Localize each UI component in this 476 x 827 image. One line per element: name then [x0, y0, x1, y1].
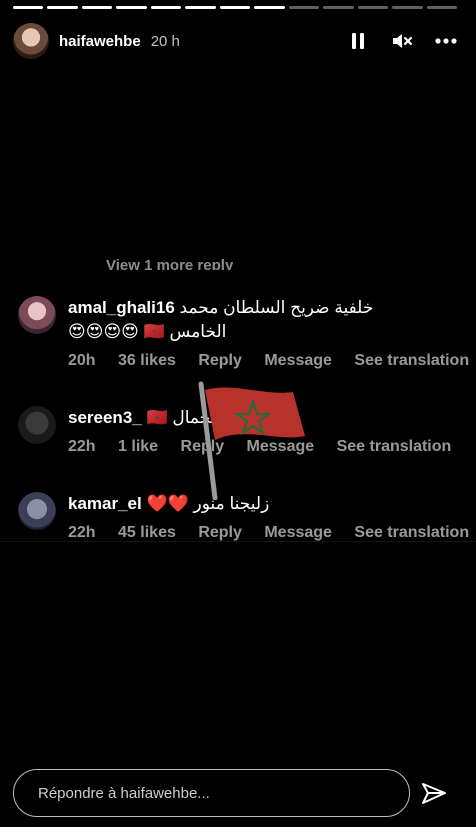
comment-likes[interactable]: 1 like — [118, 438, 158, 455]
progress-segment — [426, 6, 458, 9]
comment-username[interactable]: kamar_el — [68, 494, 142, 513]
pause-icon[interactable] — [346, 29, 370, 53]
comment-likes[interactable]: 36 likes — [118, 352, 176, 369]
reply-field-container — [13, 769, 410, 817]
progress-segment — [323, 6, 354, 9]
progress-segment — [392, 6, 423, 9]
reply-input[interactable] — [36, 783, 409, 803]
comment-username[interactable]: amal_ghali16 — [68, 298, 175, 317]
comment-time: 22h — [68, 438, 96, 455]
progress-segment — [357, 6, 389, 9]
view-more-replies[interactable]: View 1 more reply — [106, 252, 233, 270]
avatar[interactable] — [18, 492, 56, 530]
speaker-muted-icon[interactable] — [390, 29, 414, 53]
more-horizontal-icon[interactable] — [434, 29, 458, 53]
message-button[interactable]: Message — [264, 524, 332, 541]
progress-segment — [150, 6, 182, 9]
reply-button[interactable]: Reply — [198, 524, 242, 541]
progress-segment — [116, 6, 147, 9]
see-translation-button[interactable]: See translation — [354, 352, 469, 369]
progress-segment — [219, 6, 251, 9]
see-translation-button[interactable]: See translation — [354, 524, 469, 541]
story-username[interactable]: haifawehbe — [59, 33, 141, 50]
progress-segment — [185, 6, 216, 9]
comment-username[interactable]: sereen3_ — [68, 408, 142, 427]
avatar[interactable] — [18, 296, 56, 334]
avatar[interactable] — [13, 23, 49, 59]
send-icon[interactable] — [420, 780, 448, 808]
divider — [0, 541, 476, 542]
flag-sticker[interactable] — [193, 380, 311, 501]
comment-text-line2: الخامس 🇲🇦 😍😍😍😍 — [68, 322, 227, 341]
avatar[interactable] — [18, 406, 56, 444]
progress-segment — [288, 6, 320, 9]
see-translation-button[interactable]: See translation — [337, 438, 452, 455]
comment-time: 20h — [68, 352, 96, 369]
progress-segment — [81, 6, 113, 9]
story-progress-bar — [13, 6, 458, 9]
comment-likes[interactable]: 45 likes — [118, 524, 176, 541]
progress-segment — [47, 6, 78, 9]
story-timestamp: 20 h — [150, 32, 180, 50]
progress-segment — [254, 6, 285, 9]
story-header: haifawehbe 20 h — [13, 22, 458, 60]
progress-segment — [13, 6, 44, 9]
comment-text: خلفية ضريح السلطان محمد — [179, 298, 374, 317]
reply-button[interactable]: Reply — [198, 352, 242, 369]
comment-time: 22h — [68, 524, 96, 541]
message-button[interactable]: Message — [264, 352, 332, 369]
